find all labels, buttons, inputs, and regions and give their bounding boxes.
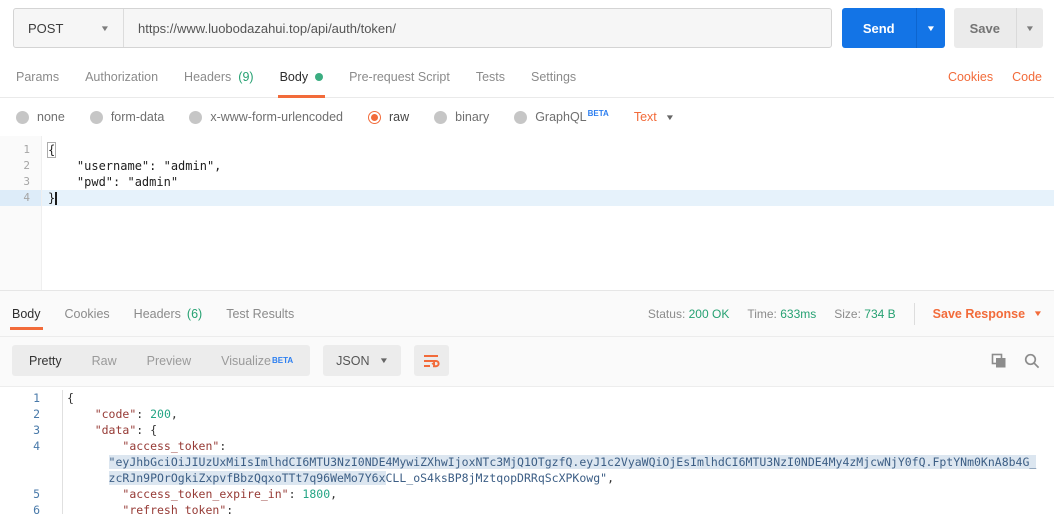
graphql-beta-badge: BETA xyxy=(587,109,609,119)
code-link[interactable]: Code xyxy=(1012,70,1042,84)
request-tabs: Params Authorization Headers (9) Body Pre… xyxy=(0,56,1054,98)
wrap-lines-icon xyxy=(424,354,440,367)
radio-icon xyxy=(16,110,29,124)
code-line: "pwd": "admin" xyxy=(48,175,179,189)
tab-authorization[interactable]: Authorization xyxy=(85,56,158,97)
chevron-down-icon: ▼ xyxy=(1024,23,1036,33)
radio-selected-icon xyxy=(368,110,381,124)
response-tab-test-results[interactable]: Test Results xyxy=(226,291,294,336)
response-line: 3 "data": { xyxy=(33,422,158,438)
response-line: 5 "access_token_expire_in": 1800, xyxy=(33,486,338,502)
code-line: "username": "admin", xyxy=(48,159,222,173)
response-line: 6 "refresh_token": xyxy=(0,502,1054,514)
response-meta: Status: 200 OK Time: 633ms Size: 734 B S… xyxy=(647,302,1044,325)
radio-x-www-form-urlencoded[interactable]: x-www-form-urlencoded xyxy=(189,110,343,124)
response-tabs: Body Cookies Headers (6) Test Results Sta… xyxy=(0,291,1054,337)
chevron-down-icon: ▼ xyxy=(379,356,390,365)
view-pretty[interactable]: Pretty xyxy=(14,345,77,376)
chevron-down-icon: ▼ xyxy=(925,23,936,33)
chevron-down-icon: ▼ xyxy=(1032,309,1044,318)
search-icon xyxy=(1024,353,1040,368)
tab-pre-request-script[interactable]: Pre-request Script xyxy=(349,56,450,97)
send-button-group: Send ▼ xyxy=(841,8,945,48)
radio-icon xyxy=(514,110,528,124)
code-line: { xyxy=(42,142,1054,158)
response-body-viewer[interactable]: 1 { 2 "code": 200, 3 "data": { 4 "access… xyxy=(0,386,1054,514)
response-tab-cookies[interactable]: Cookies xyxy=(65,291,110,336)
headers-count: (9) xyxy=(238,69,254,84)
method-dropdown[interactable]: POST ▼ xyxy=(14,9,124,47)
tab-headers[interactable]: Headers (9) xyxy=(184,56,254,97)
text-cursor xyxy=(55,192,58,205)
radio-raw[interactable]: raw xyxy=(368,110,409,124)
response-tools xyxy=(991,353,1040,369)
send-options-button[interactable]: ▼ xyxy=(915,8,945,48)
matched-bracket: { xyxy=(46,142,57,158)
tab-settings[interactable]: Settings xyxy=(531,56,576,97)
tab-tests[interactable]: Tests xyxy=(476,56,505,97)
url-group: POST ▼ xyxy=(13,8,832,48)
status-badge: Status: 200 OK xyxy=(647,306,730,321)
radio-icon xyxy=(189,110,203,124)
selected-text: "eyJhbGciOiJIUzUxMiIsImlhdCI6MTU3NzI0NDE… xyxy=(108,455,1037,469)
save-options-button[interactable]: ▼ xyxy=(1016,8,1043,48)
divider xyxy=(913,302,915,325)
radio-icon xyxy=(434,110,448,124)
format-label: Text xyxy=(633,110,657,124)
view-preview[interactable]: Preview xyxy=(132,345,206,376)
line-number-gutter: 1 2 3 4 xyxy=(0,136,42,290)
selected-text: zcRJn9POrOgkiZxpvfBbzQqxoTTt7q96WeMo7Y6x xyxy=(108,471,386,485)
format-dropdown[interactable]: Text ▼ xyxy=(633,110,675,124)
body-type-bar: none form-data x-www-form-urlencoded raw… xyxy=(0,98,1054,136)
url-input[interactable] xyxy=(124,9,831,47)
radio-none[interactable]: none xyxy=(16,110,65,124)
wrap-lines-button[interactable] xyxy=(414,345,450,376)
cookies-link[interactable]: Cookies xyxy=(948,70,993,84)
response-tab-body[interactable]: Body xyxy=(10,291,42,336)
body-content-dot xyxy=(315,72,324,81)
copy-icon xyxy=(991,353,1006,367)
copy-button[interactable] xyxy=(991,353,1007,369)
view-raw[interactable]: Raw xyxy=(77,345,132,376)
tab-params[interactable]: Params xyxy=(16,56,59,97)
chevron-down-icon: ▼ xyxy=(99,23,111,33)
response-toolbar: Pretty Raw Preview Visualize BETA JSON ▼ xyxy=(0,337,1054,386)
language-dropdown[interactable]: JSON ▼ xyxy=(323,345,402,376)
method-label: POST xyxy=(28,20,64,36)
response-line: 1 { xyxy=(33,390,74,406)
request-body-code[interactable]: { "username": "admin", "pwd": "admin" } xyxy=(42,136,1054,290)
response-line-token-2: zcRJn9POrOgkiZxpvfBbzQqxoTTt7q96WeMo7Y6x… xyxy=(0,470,1054,486)
radio-graphql[interactable]: GraphQLBETA xyxy=(514,109,609,125)
response-section: Body Cookies Headers (6) Test Results Sta… xyxy=(0,291,1054,514)
search-button[interactable] xyxy=(1024,353,1040,369)
language-label: JSON xyxy=(336,353,370,368)
response-tab-headers[interactable]: Headers (6) xyxy=(134,291,203,336)
radio-icon xyxy=(89,110,103,124)
request-bar: POST ▼ Send ▼ Save ▼ xyxy=(0,0,1054,56)
chevron-down-icon: ▼ xyxy=(664,112,675,122)
response-line: 2 "code": 200, xyxy=(33,406,178,422)
response-line: 4 "access_token": xyxy=(33,438,227,454)
view-visualize[interactable]: Visualize BETA xyxy=(206,345,308,376)
send-button[interactable]: Send xyxy=(841,8,916,48)
size-badge: Size: 734 B xyxy=(834,306,896,321)
save-response-button[interactable]: Save Response ▼ xyxy=(933,307,1044,321)
time-badge: Time: 633ms xyxy=(747,306,817,321)
response-line-token-1: "eyJhbGciOiJIUzUxMiIsImlhdCI6MTU3NzI0NDE… xyxy=(0,454,1054,470)
code-line-active: } xyxy=(42,190,1054,206)
save-button[interactable]: Save xyxy=(953,8,1016,48)
view-switcher: Pretty Raw Preview Visualize BETA xyxy=(12,345,311,376)
save-button-group: Save ▼ xyxy=(953,8,1043,48)
radio-form-data[interactable]: form-data xyxy=(89,110,164,124)
tab-body[interactable]: Body xyxy=(277,56,325,98)
request-body-editor[interactable]: 1 2 3 4 { "username": "admin", "pwd": "a… xyxy=(0,136,1054,291)
response-headers-count: (6) xyxy=(186,306,203,321)
radio-binary[interactable]: binary xyxy=(434,110,489,124)
visualize-beta-badge: BETA xyxy=(271,356,294,365)
